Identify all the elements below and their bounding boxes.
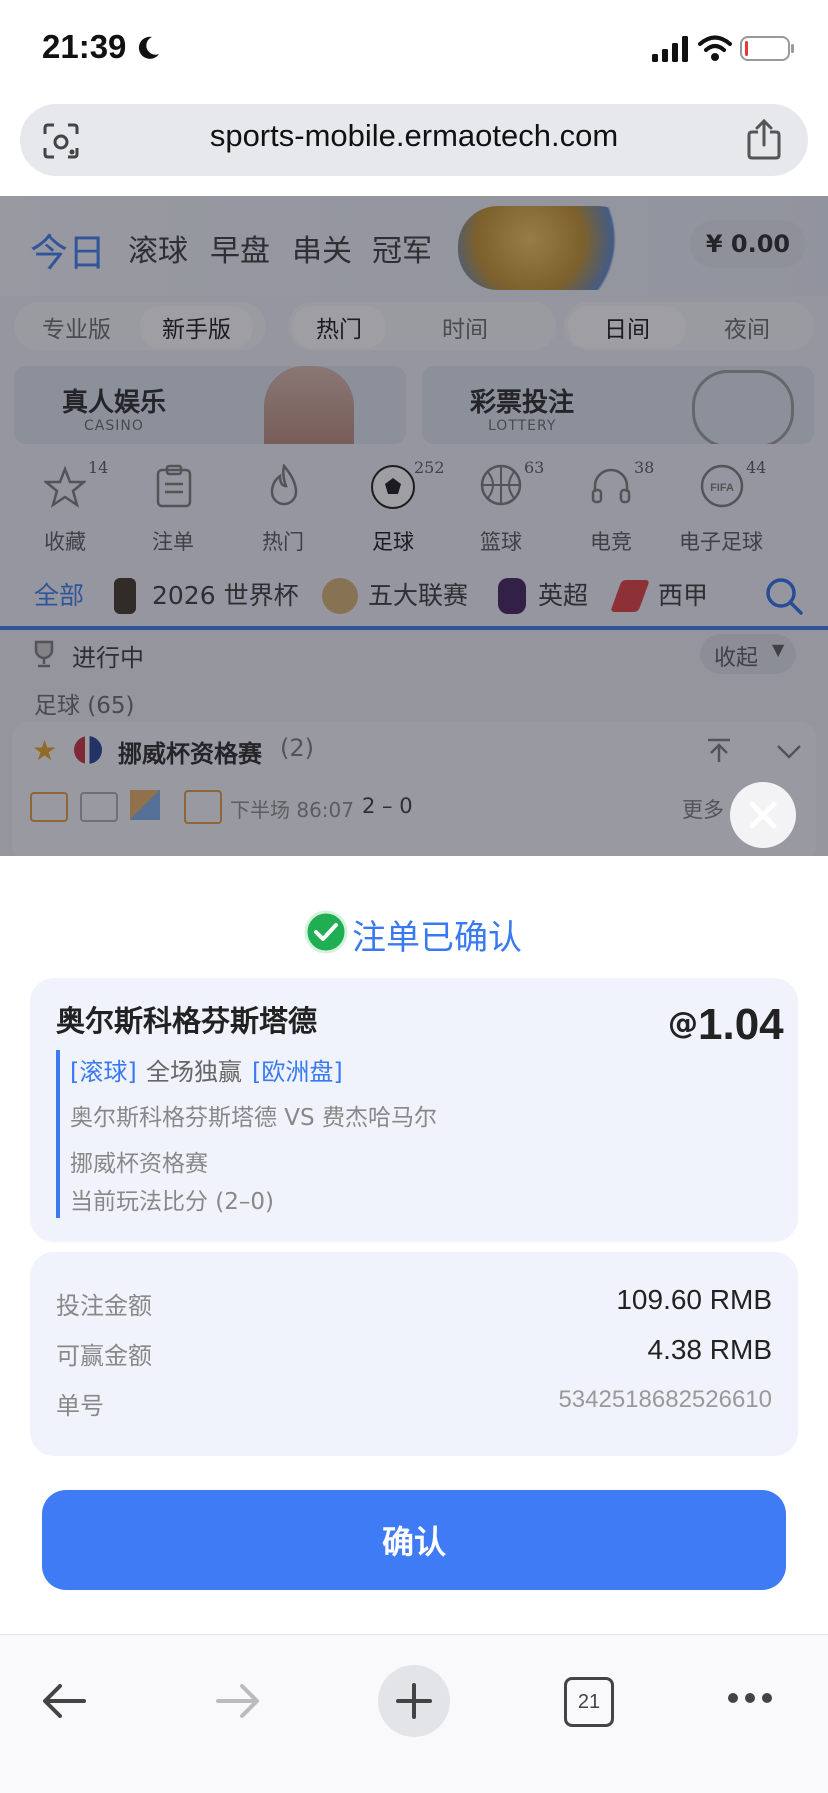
bet-league: 挪威杯资格赛 (70, 1151, 208, 1177)
status-time: 21:39 (42, 28, 127, 65)
signal-icon (652, 36, 688, 62)
bet-summary-card: 投注金额 109.60 RMB 可赢金额 4.38 RMB 单号 5342518… (30, 1252, 798, 1456)
close-button[interactable] (730, 782, 796, 848)
dialog-title: 注单已确认 (352, 918, 522, 958)
share-icon[interactable] (746, 118, 782, 160)
check-circle-icon (304, 910, 348, 954)
odds-type-tag: [欧洲盘] (252, 1058, 343, 1086)
wifi-icon (698, 35, 732, 61)
browser-toolbar: 21 (0, 1634, 828, 1793)
moon-icon (138, 36, 159, 59)
battery-icon (740, 36, 794, 61)
selected-team: 奥尔斯科格芬斯塔德 (56, 1004, 318, 1038)
confirm-button[interactable]: 确认 (42, 1490, 786, 1590)
matchup: 奥尔斯科格芬斯塔德 VS 费杰哈马尔 (70, 1105, 437, 1131)
ticket-label: 单号 (56, 1392, 104, 1420)
url-text[interactable]: sports-mobile.ermaotech.com (20, 118, 808, 154)
address-bar[interactable]: sports-mobile.ermaotech.com (20, 104, 808, 176)
new-tab-button[interactable] (378, 1665, 450, 1737)
tab-count[interactable]: 21 (564, 1677, 614, 1727)
ticket-number: 5342518682526610 (558, 1386, 772, 1413)
status-bar: 21:39 (0, 0, 828, 100)
back-arrow-icon[interactable] (40, 1681, 88, 1721)
more-dots-icon[interactable] (726, 1691, 774, 1705)
market-type: 全场独赢 (146, 1058, 242, 1086)
stake-label: 投注金额 (56, 1292, 152, 1320)
bet-detail-card: 奥尔斯科格芬斯塔德 @ 1.04 [滚球] 全场独赢 [欧洲盘] 奥尔斯科格芬斯… (30, 978, 798, 1242)
detail-accent-bar (56, 1050, 60, 1218)
plus-icon (396, 1683, 432, 1719)
payout-label: 可赢金额 (56, 1342, 152, 1370)
payout-value: 4.38 RMB (647, 1334, 773, 1365)
live-tag: [滚球] (70, 1058, 137, 1086)
modal-overlay[interactable] (0, 196, 828, 856)
close-icon (749, 801, 777, 829)
odds-prefix: @ (668, 1006, 698, 1041)
odds-value: 1.04 (698, 1000, 784, 1049)
current-score: 当前玩法比分 (2–0) (70, 1189, 275, 1215)
stake-value: 109.60 RMB (616, 1284, 772, 1315)
forward-arrow-icon[interactable] (214, 1681, 262, 1721)
